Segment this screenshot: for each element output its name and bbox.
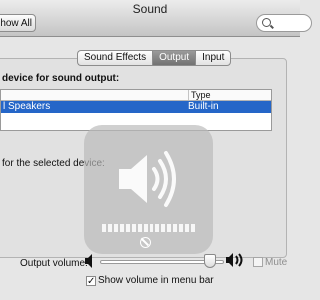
table-row[interactable]: l Speakers Built-in [1,101,271,113]
level-segment [113,224,118,232]
tab-input[interactable]: Input [195,50,232,66]
device-name: l Speakers [3,101,51,112]
level-segment [161,224,166,232]
level-segment [125,224,130,232]
level-segment [155,224,160,232]
prohibited-icon [140,237,151,248]
level-segment [173,224,178,232]
type-column-header[interactable]: Type [188,90,211,100]
volume-level-bar [102,224,195,232]
level-segment [131,224,136,232]
mute-label: Mute [265,257,288,268]
level-segment [191,224,195,232]
speaker-icon [119,151,176,207]
output-volume-label: Output volume: [20,258,88,269]
tab-bar: Sound Effects Output Input [77,50,232,66]
volume-slider-knob[interactable] [204,254,217,268]
level-segment [149,224,154,232]
table-header: Type [1,90,271,101]
level-segment [119,224,124,232]
search-icon [262,18,271,27]
show-all-button[interactable]: how All [0,14,36,32]
level-segment [107,224,112,232]
level-segment [102,224,106,232]
volume-hud [84,125,213,254]
mute-checkbox[interactable] [253,257,263,267]
tab-sound-effects[interactable]: Sound Effects [77,50,153,66]
show-volume-checkbox[interactable]: ✓ [86,276,96,287]
level-segment [167,224,172,232]
output-device-heading: device for sound output: [2,73,120,84]
tab-output[interactable]: Output [152,50,196,66]
window-title: Sound [132,2,168,16]
level-segment [143,224,148,232]
level-segment [137,224,142,232]
level-segment [185,224,190,232]
speaker-low-icon [85,254,92,268]
show-volume-label: Show volume in menu bar [98,275,214,286]
window-titlebar: Sound how All [0,0,312,37]
device-type: Built-in [188,101,219,112]
speaker-high-icon [226,253,243,267]
level-segment [179,224,184,232]
search-field[interactable] [256,14,312,32]
